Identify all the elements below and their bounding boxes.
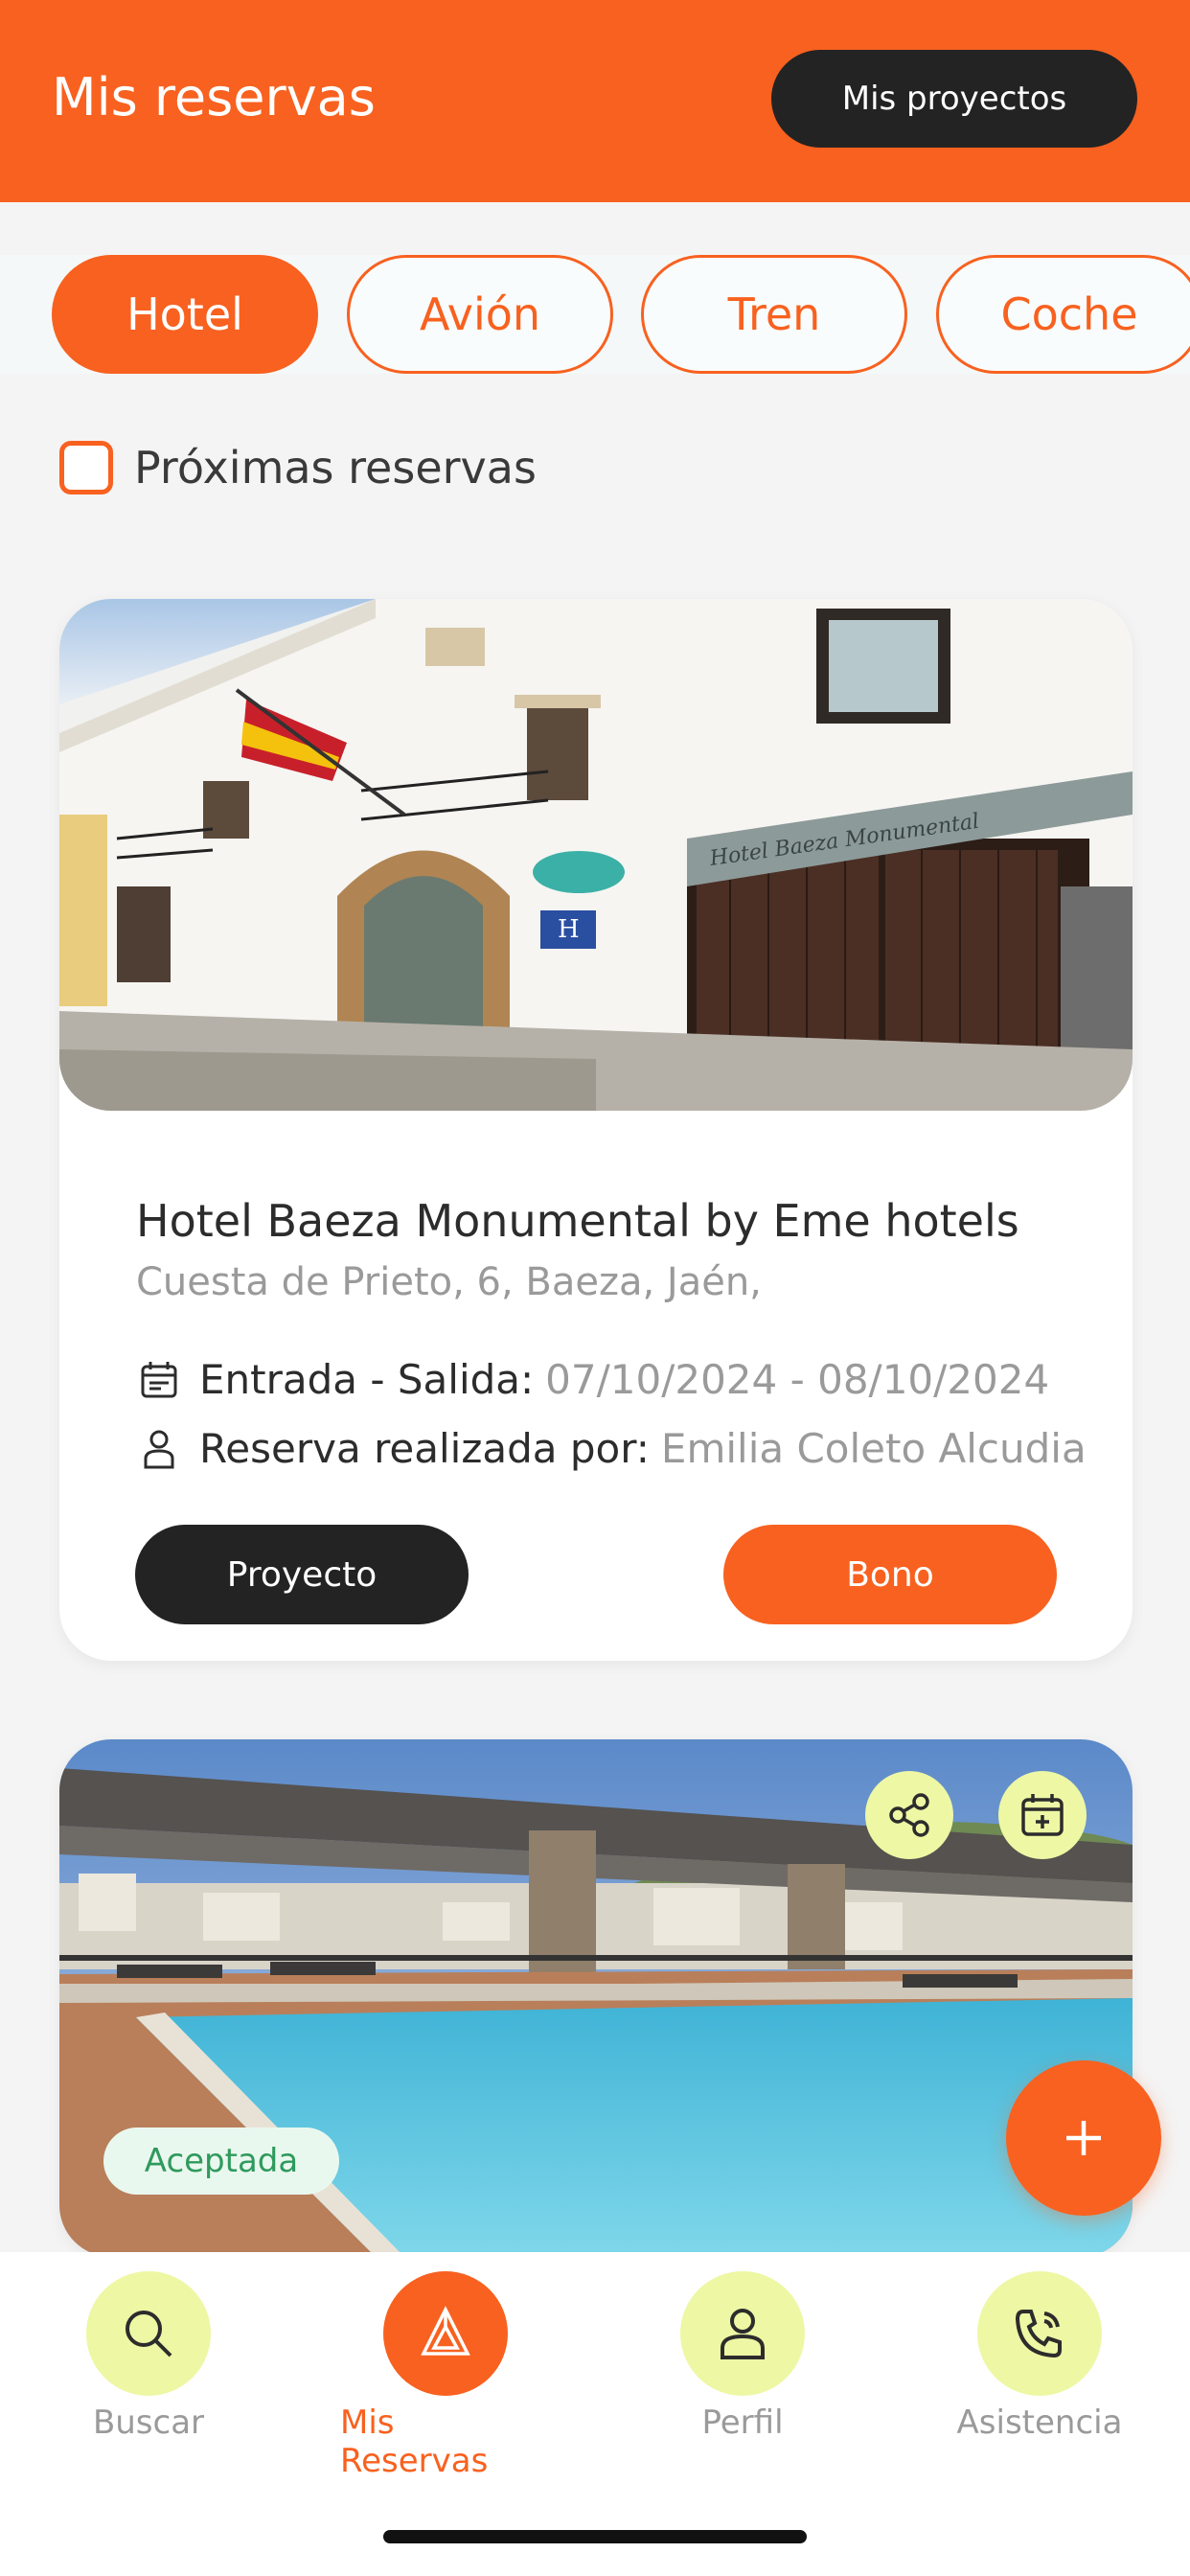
upcoming-checkbox[interactable] bbox=[59, 441, 113, 494]
app-header: Mis reservas Mis proyectos bbox=[0, 0, 1190, 202]
reservations-icon bbox=[421, 2306, 470, 2356]
phone-icon bbox=[1015, 2310, 1062, 2358]
category-tabs: Hotel Avión Tren Coche bbox=[0, 255, 1190, 374]
tab-tren[interactable]: Tren bbox=[641, 255, 907, 374]
bottom-nav: Buscar Mis Reservas Perfil Asistencia bbox=[0, 2252, 1190, 2576]
status-badge: Aceptada bbox=[103, 2128, 339, 2195]
tab-coche[interactable]: Coche bbox=[936, 255, 1190, 374]
nav-label: Perfil bbox=[701, 2404, 784, 2442]
add-reservation-button[interactable] bbox=[1006, 2060, 1161, 2216]
booked-by-row: Reserva realizada por: Emilia Coleto Alc… bbox=[136, 1425, 1087, 1472]
plus-icon bbox=[1066, 2121, 1101, 2155]
nav-item-perfil[interactable]: Perfil bbox=[637, 2271, 848, 2442]
hotel-photo: H Hotel Baeza Monumental bbox=[59, 599, 1133, 1111]
my-projects-button[interactable]: Mis proyectos bbox=[771, 50, 1137, 148]
hotel-address: Cuesta de Prieto, 6, Baeza, Jaén, bbox=[136, 1260, 762, 1304]
calendar-add-icon bbox=[1021, 1794, 1064, 1836]
hotel-name: Hotel Baeza Monumental by Eme hotels bbox=[136, 1195, 1019, 1247]
nav-label: Mis Reservas bbox=[340, 2404, 489, 2480]
nav-item-buscar[interactable]: Buscar bbox=[43, 2271, 254, 2442]
calendar-icon bbox=[136, 1357, 182, 1403]
user-icon bbox=[136, 1426, 182, 1472]
nav-label: Asistencia bbox=[956, 2404, 1123, 2442]
upcoming-filter[interactable]: Próximas reservas bbox=[59, 441, 537, 494]
upcoming-label: Próximas reservas bbox=[134, 442, 537, 494]
tab-hotel[interactable]: Hotel bbox=[52, 255, 318, 374]
reservation-card[interactable]: Aceptada bbox=[59, 1739, 1133, 2257]
nav-label: Buscar bbox=[92, 2404, 205, 2442]
dates-row: Entrada - Salida: 07/10/2024 - 08/10/202… bbox=[136, 1356, 1049, 1403]
nav-item-mis-reservas[interactable]: Mis Reservas bbox=[340, 2271, 551, 2480]
voucher-button[interactable]: Bono bbox=[723, 1525, 1057, 1624]
nav-item-asistencia[interactable]: Asistencia bbox=[934, 2271, 1145, 2442]
share-icon bbox=[889, 1793, 929, 1837]
booked-by-value: Emilia Coleto Alcudia bbox=[660, 1425, 1087, 1472]
share-button[interactable] bbox=[865, 1771, 953, 1859]
home-indicator bbox=[383, 2530, 807, 2543]
project-button[interactable]: Proyecto bbox=[135, 1525, 469, 1624]
dates-label: Entrada - Salida: bbox=[199, 1356, 535, 1403]
reservation-card[interactable]: H Hotel Baeza Monumental Hotel Baeza Mon… bbox=[59, 599, 1133, 1661]
add-to-calendar-button[interactable] bbox=[998, 1771, 1087, 1859]
page-title: Mis reservas bbox=[52, 67, 376, 127]
svg-text:H: H bbox=[558, 915, 580, 944]
search-icon bbox=[126, 2311, 172, 2358]
user-icon bbox=[721, 2309, 765, 2359]
tab-avion[interactable]: Avión bbox=[347, 255, 613, 374]
dates-value: 07/10/2024 - 08/10/2024 bbox=[545, 1356, 1050, 1403]
booked-by-label: Reserva realizada por: bbox=[199, 1425, 650, 1472]
